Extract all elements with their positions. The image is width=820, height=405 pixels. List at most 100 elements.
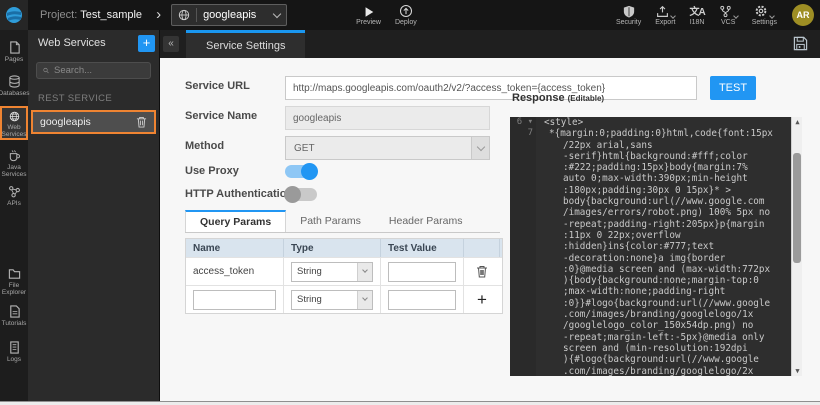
settings-label: Settings bbox=[752, 19, 777, 26]
code-line: :11px 0 22px;overflow bbox=[510, 230, 802, 241]
project-label: Project: bbox=[40, 9, 77, 21]
sidebar-item-file-explorer[interactable]: File Explorer bbox=[0, 264, 28, 296]
security-button[interactable]: Security bbox=[609, 0, 648, 30]
deploy-button[interactable]: Deploy bbox=[388, 0, 424, 30]
column-header-name: Name bbox=[186, 239, 284, 257]
chevron-down-icon bbox=[273, 9, 281, 17]
add-row-button[interactable]: + bbox=[477, 293, 487, 307]
code-line: ){body{background:none;margin-top:0 bbox=[510, 275, 802, 286]
export-label: Export bbox=[655, 19, 675, 26]
save-button[interactable] bbox=[793, 36, 808, 51]
app-selector[interactable]: googleapis bbox=[171, 4, 287, 26]
i18n-label: I18N bbox=[690, 19, 705, 26]
response-code-editor[interactable]: 6 ▾<style>7*{margin:0;padding:0}html,cod… bbox=[510, 117, 802, 376]
code-line: -repeat;padding-right:205px}p{margin bbox=[510, 219, 802, 230]
api-icon bbox=[8, 185, 21, 198]
editor-scrollbar[interactable]: ▲ ▼ bbox=[791, 117, 802, 376]
param-name-cell: access_token bbox=[186, 258, 284, 285]
database-icon bbox=[8, 75, 21, 88]
preview-button[interactable]: Preview bbox=[349, 0, 388, 30]
param-type-select[interactable]: String bbox=[291, 290, 373, 310]
code-line: -decoration:none}a img{border bbox=[510, 253, 802, 264]
web-services-panel: Web Services + REST SERVICE googleapis bbox=[28, 30, 160, 405]
project-name: Test_sample bbox=[80, 9, 142, 21]
add-service-button[interactable]: + bbox=[138, 35, 155, 52]
use-proxy-label: Use Proxy bbox=[185, 165, 295, 177]
folder-icon bbox=[8, 267, 21, 280]
method-select[interactable]: GET bbox=[285, 136, 490, 160]
panel-title: Web Services bbox=[38, 37, 134, 49]
trash-icon[interactable] bbox=[136, 116, 147, 128]
sidebar-item-web-services[interactable]: Web Services bbox=[0, 106, 28, 140]
document-icon bbox=[8, 305, 21, 318]
topbar: Project:Test_sample › googleapis Preview bbox=[0, 0, 820, 30]
sidebar-item-label: Tutorials bbox=[2, 320, 27, 327]
vcs-label: VCS bbox=[721, 19, 735, 26]
scroll-up-icon[interactable]: ▲ bbox=[792, 117, 802, 127]
tab-label: Query Params bbox=[200, 216, 271, 228]
page-icon bbox=[8, 41, 21, 54]
sidebar-item-label: Web Services bbox=[2, 124, 27, 138]
app-logo[interactable] bbox=[0, 0, 28, 30]
settings-button[interactable]: Settings bbox=[745, 0, 784, 30]
service-search bbox=[36, 62, 151, 79]
sidebar-item-label: File Explorer bbox=[0, 282, 28, 296]
chevron-down-icon bbox=[670, 13, 676, 19]
vcs-button[interactable]: VCS bbox=[712, 0, 745, 30]
tab-service-settings[interactable]: Service Settings bbox=[186, 30, 305, 58]
code-line: :0}@media screen and (max-width:772px bbox=[510, 264, 802, 275]
sidebar-item-java-services[interactable]: Java Services bbox=[0, 146, 28, 178]
floppy-icon bbox=[793, 36, 808, 51]
delete-row-button[interactable] bbox=[476, 265, 488, 278]
scrollbar-thumb[interactable] bbox=[793, 153, 801, 263]
test-button[interactable]: TEST bbox=[710, 76, 756, 100]
search-input[interactable] bbox=[54, 65, 144, 76]
service-name: googleapis bbox=[40, 116, 130, 128]
code-line: .com/images/branding/googlelogo/1x bbox=[510, 309, 802, 320]
chevron-down-icon bbox=[357, 291, 372, 309]
param-type-select[interactable]: String bbox=[291, 262, 373, 282]
service-name-input[interactable] bbox=[285, 106, 490, 130]
collapse-panel-button[interactable]: « bbox=[163, 36, 179, 52]
preview-label: Preview bbox=[356, 19, 381, 26]
param-name-input[interactable] bbox=[193, 290, 276, 310]
wavemaker-logo-icon bbox=[5, 6, 23, 24]
sidebar-item-label: Pages bbox=[5, 56, 23, 63]
service-settings-form: Service URL TEST Service Name Method GET… bbox=[160, 58, 820, 405]
table-row: String + bbox=[186, 285, 502, 313]
tab-header-params[interactable]: Header Params bbox=[375, 210, 477, 232]
code-line: auto 0;max-width:390px;min-height bbox=[510, 173, 802, 184]
code-line: :0}}#logo{background:url(//www.google bbox=[510, 298, 802, 309]
avatar[interactable]: AR bbox=[792, 4, 814, 26]
left-rail: Pages Databases Web Services Java Servic… bbox=[0, 30, 28, 405]
use-proxy-toggle[interactable] bbox=[285, 165, 317, 178]
sidebar-item-logs[interactable]: Logs bbox=[0, 338, 28, 363]
toggle-knob bbox=[301, 163, 318, 180]
code-line: /22px arial,sans bbox=[510, 140, 802, 151]
param-test-value-input[interactable] bbox=[388, 290, 456, 310]
cloud-upload-icon bbox=[399, 4, 413, 18]
param-test-value-input[interactable] bbox=[388, 262, 456, 282]
service-url-input[interactable] bbox=[285, 76, 697, 100]
tab-label: Header Params bbox=[389, 215, 463, 227]
service-list-item-googleapis[interactable]: googleapis bbox=[31, 110, 156, 134]
globe-icon bbox=[8, 111, 21, 122]
chevron-down-icon bbox=[770, 13, 776, 19]
coffee-icon bbox=[8, 149, 21, 162]
param-tabs: Query Params Path Params Header Params bbox=[185, 210, 500, 233]
sidebar-item-pages[interactable]: Pages bbox=[0, 38, 28, 63]
sidebar-item-apis[interactable]: APIs bbox=[0, 182, 28, 207]
sidebar-item-tutorials[interactable]: Tutorials bbox=[0, 302, 28, 327]
scroll-down-icon[interactable]: ▼ bbox=[792, 366, 802, 376]
app-window: Project:Test_sample › googleapis Preview bbox=[0, 0, 820, 405]
project-breadcrumb: Project:Test_sample bbox=[40, 9, 142, 21]
sidebar-item-label: Logs bbox=[7, 356, 21, 363]
search-icon bbox=[43, 66, 49, 75]
tab-query-params[interactable]: Query Params bbox=[185, 210, 286, 232]
sidebar-item-databases[interactable]: Databases bbox=[0, 72, 28, 97]
tabbar: « Service Settings bbox=[160, 30, 820, 58]
http-auth-toggle[interactable] bbox=[285, 188, 317, 201]
tab-path-params[interactable]: Path Params bbox=[286, 210, 375, 232]
export-button[interactable]: Export bbox=[648, 0, 682, 30]
i18n-button[interactable]: 文A I18N bbox=[682, 0, 711, 30]
